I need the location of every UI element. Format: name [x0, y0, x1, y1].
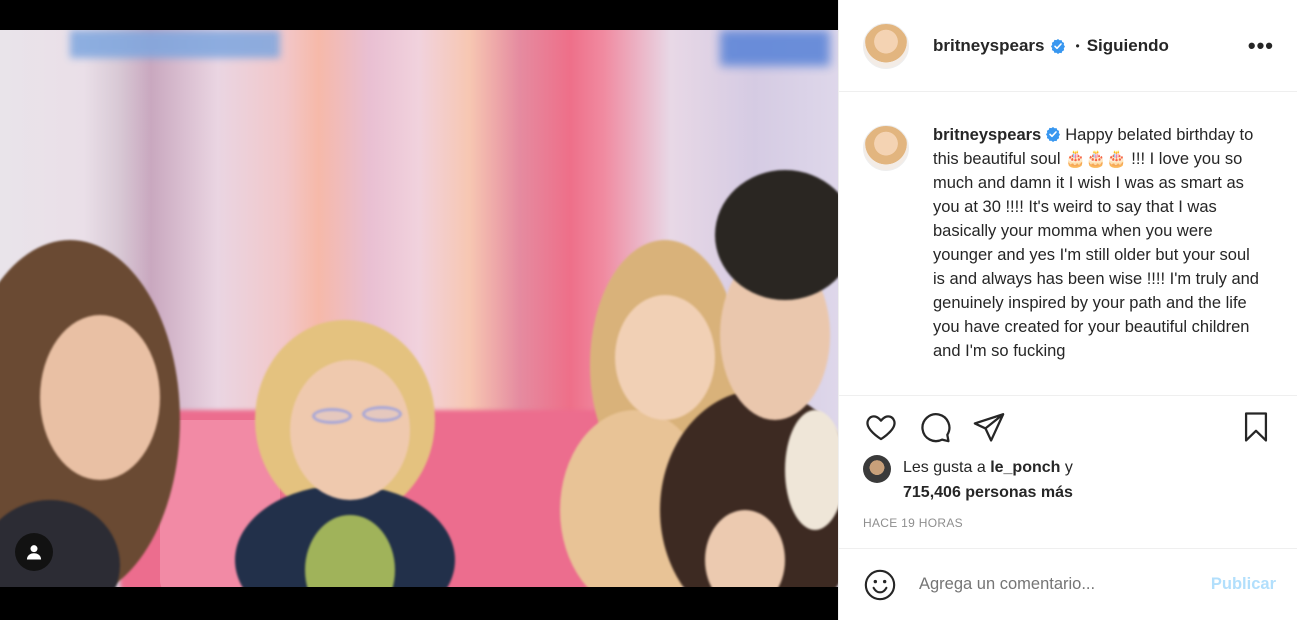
- comment-icon: [921, 412, 951, 442]
- likes-text: Les gusta a le_ponch y 715,406 personas …: [903, 455, 1073, 505]
- caption-body: Happy belated birthday to this beautiful…: [933, 126, 1259, 360]
- likes-count-link[interactable]: 715,406 personas más: [903, 484, 1073, 501]
- following-button[interactable]: Siguiendo: [1087, 36, 1169, 56]
- user-tag-icon[interactable]: [15, 533, 53, 571]
- verified-badge-icon: [1046, 127, 1061, 142]
- photo-background-detail: [70, 30, 280, 58]
- avatar[interactable]: [863, 125, 909, 171]
- comment-input[interactable]: [919, 575, 1189, 594]
- comment-button[interactable]: [915, 407, 955, 447]
- heart-icon: [866, 414, 896, 440]
- smiley-icon: [864, 569, 896, 600]
- likes-prefix: Les gusta a: [903, 459, 986, 476]
- share-button[interactable]: [969, 407, 1009, 447]
- post-header: britneyspears • Siguiendo •••: [839, 0, 1297, 92]
- photo-person: [40, 315, 160, 480]
- more-options-icon[interactable]: •••: [1248, 34, 1274, 57]
- avatar[interactable]: [863, 22, 909, 69]
- photo-person: [362, 406, 402, 422]
- post-timestamp[interactable]: HACE 19 HORAS: [863, 516, 963, 530]
- post-actions: [839, 395, 1297, 457]
- header-separator: •: [1075, 38, 1080, 53]
- post-photo[interactable]: [0, 30, 838, 587]
- post-username[interactable]: britneyspears: [933, 36, 1045, 56]
- caption-username[interactable]: britneyspears: [933, 126, 1041, 144]
- save-button[interactable]: [1236, 407, 1276, 447]
- post-caption: britneyspears Happy belated birthday to …: [839, 93, 1297, 385]
- photo-person: [615, 295, 715, 420]
- emoji-button[interactable]: [861, 566, 899, 604]
- publish-button[interactable]: Publicar: [1211, 575, 1276, 594]
- post-sidebar: britneyspears • Siguiendo ••• britneyspe…: [838, 0, 1297, 620]
- comment-bar: Publicar: [839, 548, 1297, 620]
- user-tag-icon-glyph: [26, 545, 42, 560]
- liker-username[interactable]: le_ponch: [990, 459, 1060, 476]
- avatar[interactable]: [863, 455, 891, 483]
- bookmark-icon: [1244, 411, 1268, 442]
- likes-summary: Les gusta a le_ponch y 715,406 personas …: [863, 455, 1073, 505]
- photo-person: [290, 360, 410, 500]
- paper-plane-icon: [973, 412, 1005, 442]
- post-media[interactable]: [0, 0, 838, 620]
- photo-person: [785, 410, 838, 530]
- like-button[interactable]: [861, 407, 901, 447]
- photo-person: [312, 408, 352, 424]
- likes-conjunction: y: [1064, 459, 1073, 476]
- verified-badge-icon: [1050, 38, 1065, 54]
- caption-text: britneyspears Happy belated birthday to …: [933, 123, 1263, 385]
- photo-background-detail: [720, 30, 830, 66]
